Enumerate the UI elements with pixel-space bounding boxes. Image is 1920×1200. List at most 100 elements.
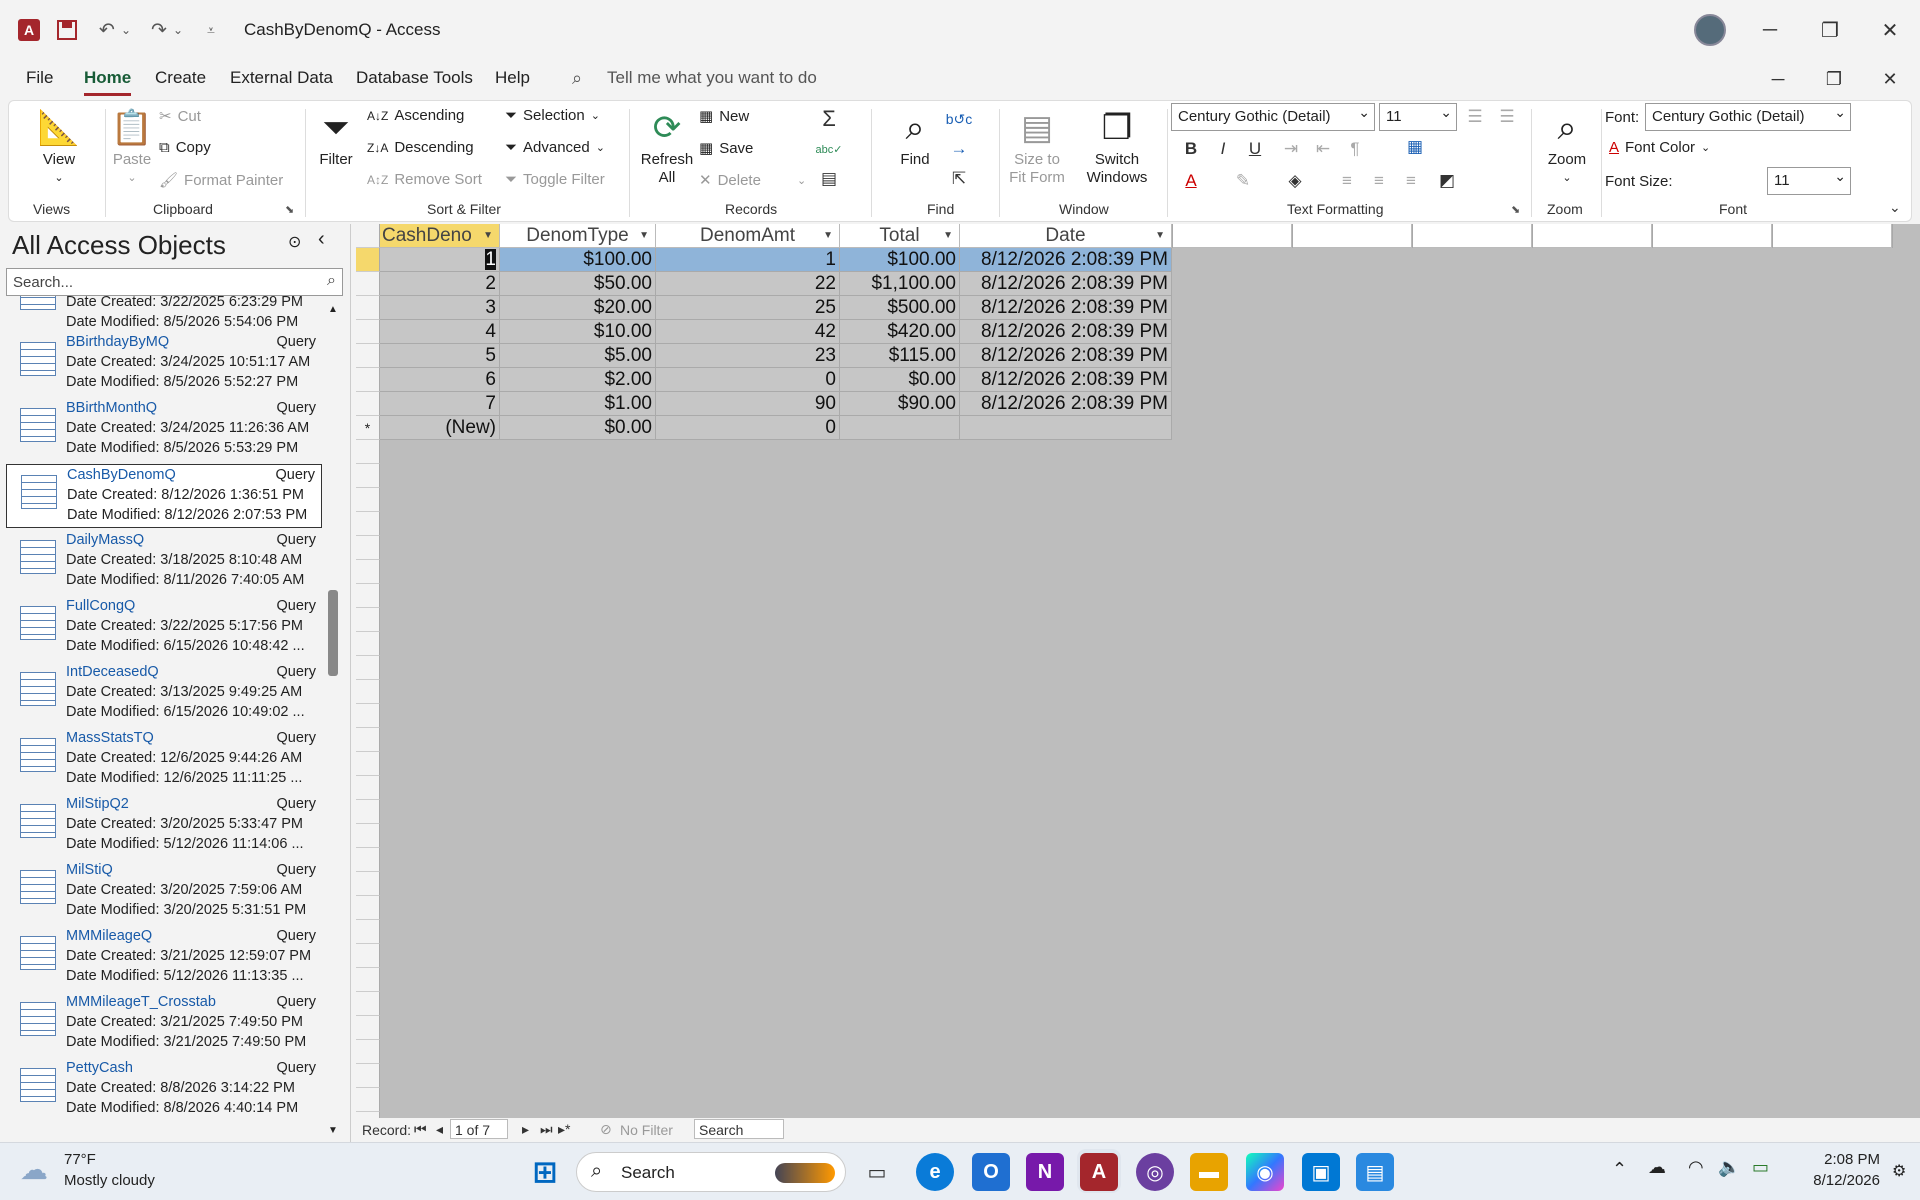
list-item[interactable]: MMMileageQ Query Date Created: 3/21/2025 1… <box>6 926 322 990</box>
select-all-corner[interactable] <box>356 224 380 248</box>
table-cell[interactable]: 8/12/2026 2:08:39 PM <box>960 344 1172 368</box>
tab-database-tools[interactable]: Database Tools <box>356 68 473 88</box>
row-selector[interactable] <box>356 344 380 368</box>
whiteboard-icon[interactable]: ▤ <box>1356 1153 1394 1191</box>
spelling-icon[interactable]: abc✓ <box>815 135 843 163</box>
table-cell[interactable]: $0.00 <box>840 368 960 392</box>
zoom-button[interactable]: ⌕ Zoom ⌄ <box>1539 105 1595 187</box>
minimize-icon[interactable]: ─ <box>1742 0 1798 60</box>
clipboard-launcher-icon[interactable]: ⬊ <box>285 203 294 216</box>
italic-icon[interactable]: I <box>1209 135 1237 163</box>
cut-button[interactable]: ✂ Cut <box>159 107 201 126</box>
numbering-icon[interactable]: ☰ <box>1493 103 1521 131</box>
text-formatting-launcher-icon[interactable]: ⬊ <box>1511 203 1520 216</box>
cloud-icon[interactable]: ☁ <box>20 1153 48 1186</box>
nav-menu-icon[interactable]: ⊙ <box>288 232 301 252</box>
nav-scroll-thumb[interactable] <box>328 590 338 676</box>
tell-me-box[interactable]: Tell me what you want to do <box>607 68 817 88</box>
column-dropdown-icon[interactable]: ▼ <box>1155 224 1165 247</box>
task-view-icon[interactable]: ▭ <box>858 1153 896 1191</box>
first-record-icon[interactable]: ⏮ <box>414 1121 427 1138</box>
last-record-icon[interactable]: ⏭ <box>540 1121 553 1138</box>
redo-dropdown-icon[interactable]: ⌄ <box>172 17 184 43</box>
table-cell[interactable]: $100.00 <box>840 248 960 272</box>
table-cell[interactable]: $500.00 <box>840 296 960 320</box>
table-cell[interactable]: 42 <box>656 320 840 344</box>
new-row-selector[interactable]: * <box>356 416 380 440</box>
table-cell[interactable]: 1 <box>656 248 840 272</box>
search-icon[interactable]: ⌕ <box>327 272 336 290</box>
taskbar-search-box[interactable]: ⌕ Search <box>576 1152 846 1192</box>
tab-home[interactable]: Home <box>84 68 132 96</box>
font-color-button[interactable]: A Font Color ⌄ <box>1609 139 1710 156</box>
clock-time[interactable]: 2:08 PM <box>1800 1151 1880 1168</box>
empty-column-header[interactable] <box>1772 224 1892 248</box>
table-cell[interactable]: 0 <box>656 368 840 392</box>
new-row-cell[interactable]: $0.00 <box>500 416 656 440</box>
format-painter-button[interactable]: 🖌 Format Painter <box>159 171 283 190</box>
file-explorer-icon[interactable]: ▬ <box>1190 1153 1228 1191</box>
list-item[interactable]: DailyMassQ Query Date Created: 3/18/2025 8… <box>6 530 322 594</box>
tab-help[interactable]: Help <box>495 68 530 88</box>
column-dropdown-icon[interactable]: ▼ <box>823 224 833 247</box>
list-item[interactable]: MassStatsTQ Query Date Created: 12/6/2025 … <box>6 728 322 792</box>
tf-font-combo[interactable]: Century Gothic (Detail) <box>1171 103 1375 131</box>
font-combo[interactable]: Century Gothic (Detail) <box>1645 103 1851 131</box>
totals-sigma-icon[interactable]: Σ <box>815 105 843 133</box>
outlook-icon[interactable]: O <box>972 1153 1010 1191</box>
scroll-down-icon[interactable]: ▼ <box>328 1125 338 1136</box>
m365-copilot-icon[interactable]: ◉ <box>1246 1153 1284 1191</box>
doc-close-icon[interactable]: ✕ <box>1870 64 1910 94</box>
table-cell[interactable]: 3 <box>380 296 500 320</box>
refresh-all-button[interactable]: ⟳ Refresh All <box>637 105 697 187</box>
selection-button[interactable]: ⏷ Selection ⌄ <box>505 107 600 124</box>
row-selector[interactable] <box>356 392 380 416</box>
delete-record-button[interactable]: ✕ Delete ⌄ <box>699 171 806 190</box>
row-selector[interactable] <box>356 320 380 344</box>
column-header[interactable]: Total ▼ <box>840 224 960 248</box>
nav-scrollbar[interactable]: ▲ ▼ <box>328 304 340 1136</box>
list-item[interactable]: CashByDenomQ Query Date Created: 8/12/2026… <box>6 464 322 528</box>
select-cursor-icon[interactable]: ⇱ <box>945 165 973 193</box>
list-item[interactable]: MMMileageT_Crosstab Query Date Created: 3/… <box>6 992 322 1056</box>
list-item[interactable]: MilStipQ2 Query Date Created: 3/20/2025 5:… <box>6 794 322 858</box>
record-position-input[interactable]: 1 of 7 <box>450 1119 508 1139</box>
paste-button[interactable]: 📋 Paste ⌄ <box>107 105 157 187</box>
table-cell[interactable]: 5 <box>380 344 500 368</box>
table-cell[interactable]: 8/12/2026 2:08:39 PM <box>960 248 1172 272</box>
table-cell[interactable]: 22 <box>656 272 840 296</box>
table-cell[interactable]: $5.00 <box>500 344 656 368</box>
fill-color-icon[interactable]: ◈ <box>1281 167 1309 195</box>
advanced-button[interactable]: ⏷ Advanced ⌄ <box>505 139 605 156</box>
tf-font-color-icon[interactable]: A <box>1177 167 1205 195</box>
tab-create[interactable]: Create <box>155 68 206 88</box>
volume-icon[interactable]: 🔈 <box>1718 1157 1740 1178</box>
descending-button[interactable]: Z↓A Descending <box>367 139 474 156</box>
more-records-icon[interactable]: ▤ <box>815 165 843 193</box>
new-record-nav-icon[interactable]: ▸* <box>558 1121 570 1138</box>
doc-restore-icon[interactable]: ❐ <box>1814 64 1854 94</box>
align-center-icon[interactable]: ≡ <box>1365 167 1393 195</box>
cloud-sync-icon[interactable]: ☁ <box>1648 1157 1666 1178</box>
table-cell[interactable]: $20.00 <box>500 296 656 320</box>
table-cell[interactable]: 2 <box>380 272 500 296</box>
list-item[interactable]: IntDeceasedQ Query Date Created: 3/13/2025… <box>6 662 322 726</box>
restore-icon[interactable]: ❐ <box>1802 0 1858 60</box>
empty-column-header[interactable] <box>1652 224 1772 248</box>
access-taskbar-icon[interactable]: A <box>1080 1153 1118 1191</box>
column-dropdown-icon[interactable]: ▼ <box>943 224 953 247</box>
copy-button[interactable]: ⧉ Copy <box>159 139 211 156</box>
customize-quick-access-icon[interactable]: ⩡ <box>198 17 224 43</box>
table-cell[interactable]: 7 <box>380 392 500 416</box>
alternate-row-color-icon[interactable]: ◩ <box>1433 167 1461 195</box>
table-cell[interactable]: 25 <box>656 296 840 320</box>
row-selector[interactable] <box>356 272 380 296</box>
filter-button[interactable]: ⏷ Filter <box>311 105 361 169</box>
paragraph-icon[interactable]: ¶ <box>1341 135 1369 163</box>
find-button[interactable]: ⌕ Find <box>887 105 943 169</box>
table-cell[interactable]: $90.00 <box>840 392 960 416</box>
no-filter-button[interactable]: No Filter <box>620 1122 673 1138</box>
table-cell[interactable]: 4 <box>380 320 500 344</box>
collapse-pane-icon[interactable]: ‹ <box>318 228 325 251</box>
table-cell[interactable]: 8/12/2026 2:08:39 PM <box>960 320 1172 344</box>
